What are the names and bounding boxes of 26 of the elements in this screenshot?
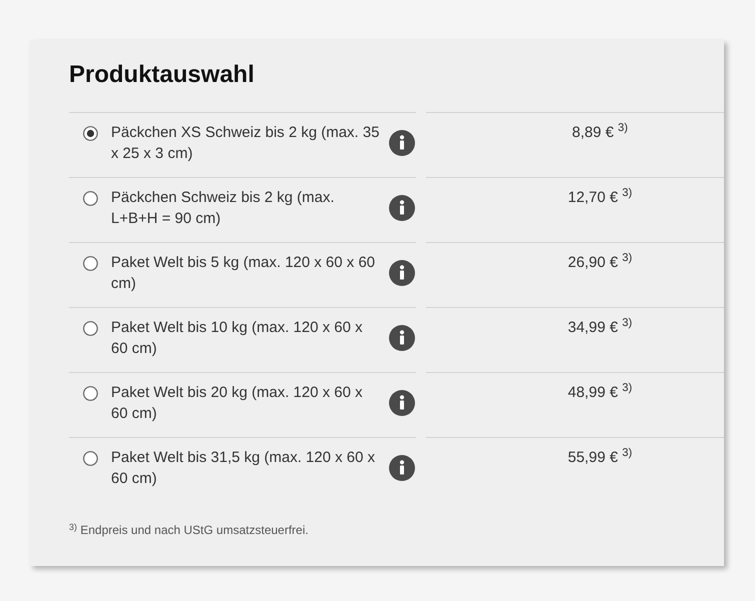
product-name: Paket Welt bis 5 kg (max. 120 x 60 x 60 cm) (111, 253, 376, 294)
info-icon[interactable] (389, 195, 415, 221)
radio-button[interactable] (83, 386, 98, 401)
info-icon[interactable] (389, 390, 415, 416)
product-price: 48,99 € $^{3)}$ (568, 382, 632, 403)
product-name: Päckchen Schweiz bis 2 kg (max. L+B+H = 90 cm) (111, 188, 336, 229)
radio-button[interactable] (83, 321, 98, 336)
radio-button[interactable] (83, 256, 98, 271)
info-icon[interactable] (389, 455, 415, 481)
product-name: Paket Welt bis 10 kg (max. 120 x 60 x 60 cm) (111, 318, 364, 359)
product-price: 8,89 € $^{3)}$ (572, 122, 628, 143)
product-price: 55,99 € $^{3)}$ (568, 447, 632, 468)
radio-button[interactable] (83, 451, 98, 466)
info-icon[interactable] (389, 260, 415, 286)
product-name: Päckchen XS Schweiz bis 2 kg (max. 35 x 25 x 3 cm) (111, 123, 380, 164)
product-name: Paket Welt bis 20 kg (max. 120 x 60 x 60 cm) (111, 383, 364, 424)
product-price: 12,70 € $^{3)}$ (568, 187, 632, 208)
radio-button[interactable] (83, 126, 98, 141)
info-icon[interactable] (389, 325, 415, 351)
footnote: $^{3)}$ Endpreis und nach UStG umsatzsteuerfrei. (69, 522, 308, 538)
radio-button[interactable] (83, 191, 98, 206)
product-price: 34,99 € $^{3)}$ (568, 317, 632, 338)
product-price: 26,90 € $^{3)}$ (568, 252, 632, 273)
info-icon[interactable] (389, 130, 415, 156)
product-name: Paket Welt bis 31,5 kg (max. 120 x 60 x 60 cm) (111, 448, 376, 489)
panel-title: Produktauswahl (69, 60, 254, 89)
